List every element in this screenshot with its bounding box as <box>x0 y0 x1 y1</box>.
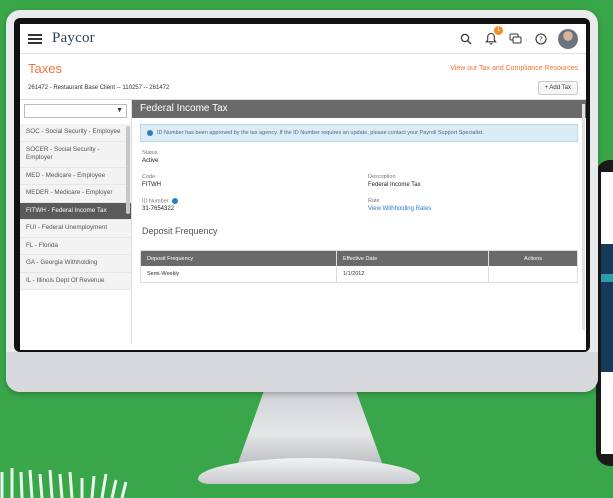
code-value: FITWH <box>142 182 161 188</box>
tax-sidebar: ▼ SOC - Social Security - Employee SOCER… <box>20 100 132 344</box>
page-title: Taxes <box>28 61 62 76</box>
status-label: Status <box>142 150 158 156</box>
sidebar-item-socer[interactable]: SOCER - Social Security - Employer <box>20 141 131 168</box>
paycor-logo[interactable]: Paycor <box>52 30 95 47</box>
id-info-icon[interactable] <box>171 198 178 204</box>
col-effective-date: Effective Date <box>337 251 489 267</box>
code-label: Code <box>142 174 156 180</box>
add-tax-button[interactable]: + Add Tax <box>537 80 578 95</box>
sidebar-item-meder[interactable]: MEDER - Medicare - Employer <box>20 185 131 203</box>
sidebar-item-fitwh[interactable]: FITWH - Federal Income Tax <box>20 202 131 220</box>
table-header: Deposit Frequency Effective Date Actions <box>141 251 577 267</box>
monitor-chin <box>6 352 598 392</box>
rate-label: Rate <box>368 198 380 204</box>
monitor: Paycor 1 ? Taxes View our Tax and Compli… <box>6 10 598 392</box>
sidebar-scrollbar[interactable] <box>126 126 130 214</box>
deposit-table: Deposit Frequency Effective Date Actions… <box>140 250 578 284</box>
page-header: Taxes View our Tax and Compliance Resour… <box>20 54 586 76</box>
table-row[interactable]: Semi-Weekly 1/1/2012 <box>141 266 577 283</box>
monitor-base <box>198 458 420 484</box>
phone-screen <box>601 172 613 454</box>
sidebar-item-soc[interactable]: SOC - Social Security - Employee <box>20 124 131 142</box>
col-deposit-frequency: Deposit Frequency <box>141 251 337 267</box>
cell-effective-date: 1/1/2012 <box>337 266 489 283</box>
decorative-stripes <box>0 458 140 498</box>
help-icon[interactable]: ? <box>533 31 548 46</box>
svg-text:?: ? <box>539 35 543 43</box>
client-bar: 261472 - Restaurant Base Client -- 11025… <box>20 76 586 100</box>
sidebar-item-fl[interactable]: FL - Florida <box>20 237 131 255</box>
tax-filter-select[interactable]: ▼ <box>24 104 127 118</box>
hamburger-menu-icon[interactable] <box>28 33 42 44</box>
chat-icon[interactable] <box>508 31 523 46</box>
sidebar-item-med[interactable]: MED - Medicare - Employee <box>20 167 131 185</box>
search-icon[interactable] <box>458 31 473 46</box>
notification-badge: 1 <box>494 26 503 35</box>
info-alert: ID Number has been approved by the tax a… <box>140 124 578 142</box>
id-number-label: ID Number <box>142 198 368 204</box>
cell-frequency: Semi-Weekly <box>141 266 337 283</box>
client-name: 261472 - Restaurant Base Client -- 11025… <box>28 84 170 91</box>
top-bar: Paycor 1 ? <box>20 24 586 54</box>
status-value: Active <box>142 158 159 164</box>
info-icon <box>147 130 153 136</box>
user-avatar[interactable] <box>558 28 578 49</box>
deposit-frequency-title: Deposit Frequency <box>142 226 218 237</box>
monitor-neck <box>238 391 382 463</box>
detail-fields: Status Active Code FITWH Description Fed… <box>132 148 586 212</box>
sidebar-item-il[interactable]: IL - Illinois Dept Of Revenue <box>20 272 131 290</box>
tax-detail: Federal Income Tax ID Number has been ap… <box>132 100 586 344</box>
sidebar-item-fui[interactable]: FUI - Federal Unemployment <box>20 220 131 238</box>
tax-resources-link[interactable]: View our Tax and Compliance Resources <box>450 65 578 72</box>
header-actions: 1 ? <box>458 26 578 49</box>
info-message: ID Number has been approved by the tax a… <box>157 130 484 136</box>
bell-icon[interactable]: 1 <box>483 26 503 46</box>
phone-accent-bar <box>601 274 613 282</box>
detail-heading: Federal Income Tax <box>132 100 586 118</box>
id-number-value: 31-7654322 <box>142 206 175 213</box>
phone-banner <box>601 244 613 372</box>
phone-device <box>596 160 613 466</box>
detail-scrollbar[interactable] <box>582 104 585 330</box>
app-screen: Paycor 1 ? Taxes View our Tax and Compli… <box>20 24 586 350</box>
description-value: Federal Income Tax <box>368 182 421 188</box>
withholding-rates-link[interactable]: View Withholding Rates <box>368 206 576 212</box>
content-area: ▼ SOC - Social Security - Employee SOCER… <box>20 100 586 344</box>
col-actions: Actions <box>523 255 543 262</box>
description-label: Description <box>368 174 396 180</box>
sidebar-item-ga[interactable]: GA - Georgia Withholding <box>20 255 131 273</box>
